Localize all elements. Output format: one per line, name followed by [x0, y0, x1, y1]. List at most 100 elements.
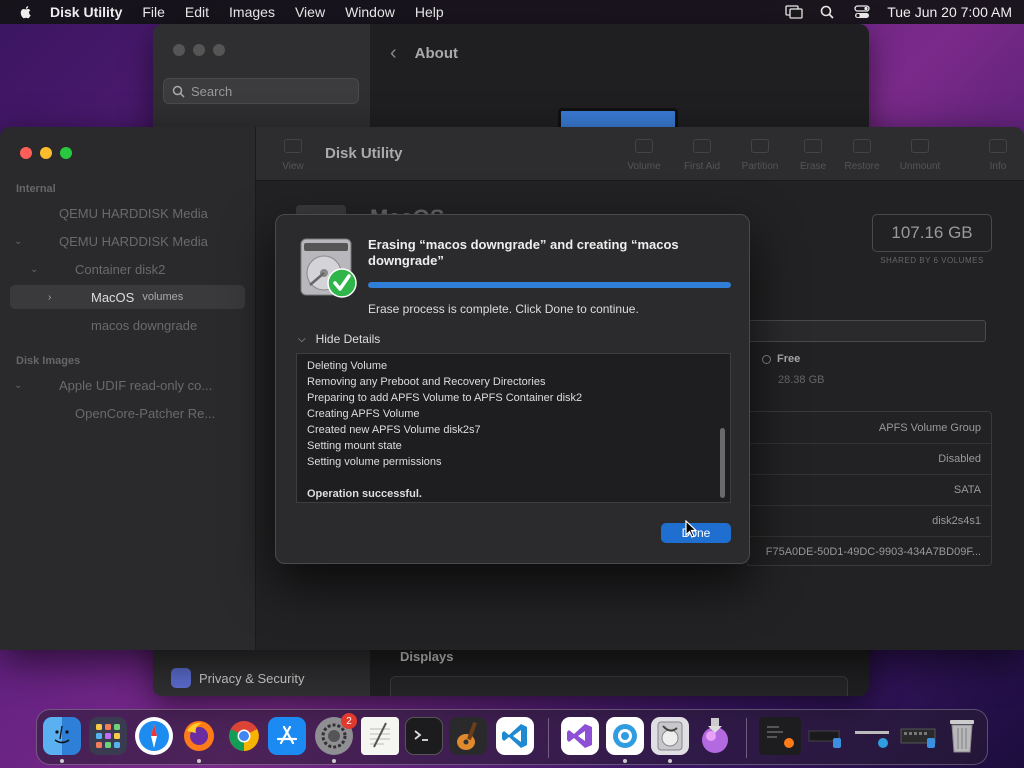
details-toggle-label: Hide Details	[315, 332, 381, 346]
vscode-icon[interactable]	[496, 717, 534, 755]
log-line: Setting volume permissions	[307, 456, 442, 468]
restore-button[interactable]: Restore	[835, 139, 889, 172]
eject-icon	[911, 139, 929, 153]
running-indicator	[623, 759, 627, 763]
spotlight-search-icon[interactable]	[819, 5, 837, 19]
zoom-window-button[interactable]	[60, 147, 72, 159]
log-scrollbar[interactable]	[719, 358, 727, 498]
textedit-icon[interactable]	[361, 717, 399, 755]
disk-utility-icon[interactable]	[651, 717, 689, 755]
app-store-icon[interactable]	[268, 717, 306, 755]
disclosure-icon[interactable]: ⌄	[14, 236, 22, 247]
first-aid-button[interactable]: First Aid	[675, 139, 729, 172]
minimized-window-icon[interactable]	[759, 717, 801, 755]
minimized-window-icon[interactable]	[805, 717, 847, 755]
hide-details-toggle[interactable]: ⌵ Hide Details	[298, 332, 380, 346]
back-chevron-icon[interactable]: ‹	[390, 42, 397, 65]
close-window-button[interactable]	[173, 44, 185, 56]
finder-icon[interactable]	[43, 717, 81, 755]
sidebar-item-label: MacOS	[91, 289, 135, 305]
restore-icon	[853, 139, 871, 153]
menu-edit[interactable]: Edit	[185, 4, 209, 20]
screen-mirroring-icon[interactable]	[785, 5, 803, 19]
disclosure-icon[interactable]: ›	[48, 292, 51, 303]
disclosure-icon[interactable]: ⌄	[14, 380, 22, 391]
menu-view[interactable]: View	[295, 4, 325, 20]
log-line: Operation successful.	[307, 488, 422, 500]
sidebar-item-privacy-security[interactable]: Privacy & Security	[171, 668, 304, 688]
menu-images[interactable]: Images	[229, 4, 275, 20]
notification-badge: 2	[341, 713, 357, 729]
trash-icon[interactable]	[943, 717, 981, 755]
visual-studio-icon[interactable]	[561, 717, 599, 755]
log-line: Setting mount state	[307, 440, 402, 452]
toolbar: View Disk Utility Volume First Aid Parti…	[256, 127, 1024, 181]
disclosure-icon[interactable]: ⌄	[30, 264, 38, 275]
info-icon	[989, 139, 1007, 153]
info-button[interactable]: Info	[971, 139, 1024, 172]
minimize-window-button[interactable]	[40, 147, 52, 159]
partition-button[interactable]: Partition	[733, 139, 787, 172]
view-button[interactable]: View	[266, 139, 320, 172]
eraser-icon	[804, 139, 822, 153]
dialog-title: Erasing “macos downgrade” and creating “…	[368, 237, 679, 268]
unmount-button[interactable]: Unmount	[893, 139, 947, 172]
installer-icon[interactable]	[696, 717, 734, 755]
erase-button[interactable]: Erase	[786, 139, 840, 172]
free-swatch	[762, 354, 771, 364]
settings-search-input[interactable]: Search	[163, 78, 359, 104]
opencore-icon[interactable]	[606, 717, 644, 755]
terminal-icon[interactable]	[405, 717, 443, 755]
divider	[747, 443, 991, 444]
sidebar-item-volume-selected[interactable]: › MacOS volumes	[10, 285, 245, 309]
status-message: Erase process is complete. Click Done to…	[368, 302, 639, 316]
sidebar-item-disk-image[interactable]: ⌄ Apple UDIF read-only co...	[0, 373, 256, 397]
displays-panel	[390, 676, 848, 696]
zoom-window-button[interactable]	[213, 44, 225, 56]
sidebar-item-volume[interactable]: macos downgrade	[0, 313, 256, 337]
minimized-window-icon[interactable]	[897, 717, 939, 755]
launchpad-icon[interactable]	[89, 717, 127, 755]
menu-clock[interactable]: Tue Jun 20 7:00 AM	[887, 4, 1012, 20]
log-line: Created new APFS Volume disk2s7	[307, 424, 481, 436]
progress-bar	[368, 282, 731, 288]
minimized-window-icon[interactable]	[851, 717, 893, 755]
divider	[747, 505, 991, 506]
volume-button[interactable]: Volume	[617, 139, 671, 172]
system-settings-icon[interactable]: 2	[315, 713, 357, 755]
info-value: APFS Volume Group	[878, 422, 981, 434]
garageband-icon[interactable]	[449, 717, 487, 755]
sidebar-item-label: QEMU HARDDISK Media	[59, 205, 208, 221]
erase-progress-dialog: Erasing “macos downgrade” and creating “…	[275, 214, 750, 564]
firefox-icon[interactable]	[180, 717, 218, 755]
safari-icon[interactable]	[135, 717, 173, 755]
apple-menu-icon[interactable]	[18, 4, 34, 20]
close-window-button[interactable]	[20, 147, 32, 159]
sidebar-item-label: Container disk2	[75, 261, 166, 277]
dock-separator	[548, 718, 549, 758]
capacity-box: 107.16 GB	[872, 214, 992, 252]
menu-file[interactable]: File	[142, 4, 165, 20]
sidebar-item-disk-image[interactable]: OpenCore-Patcher Re...	[0, 401, 256, 425]
usage-bar	[746, 320, 986, 342]
running-indicator	[332, 759, 336, 763]
control-center-icon[interactable]	[853, 5, 871, 19]
add-remove-icon	[635, 139, 653, 153]
dock-separator	[746, 718, 747, 758]
chrome-icon[interactable]	[225, 717, 263, 755]
menu-window[interactable]: Window	[345, 4, 395, 20]
sidebar-item-disk[interactable]: ⌄ QEMU HARDDISK Media	[0, 229, 256, 253]
sidebar-section-disk-images: Disk Images	[16, 355, 81, 367]
minimize-window-button[interactable]	[193, 44, 205, 56]
sidebar-item-disk[interactable]: QEMU HARDDISK Media	[0, 201, 256, 225]
log-output[interactable]: Deleting Volume Removing any Preboot and…	[296, 353, 731, 503]
menu-bar: Disk Utility File Edit Images View Windo…	[0, 0, 1024, 24]
sidebar-section-internal: Internal	[16, 183, 56, 195]
sidebar-item-label: QEMU HARDDISK Media	[59, 233, 208, 249]
menu-help[interactable]: Help	[415, 4, 444, 20]
running-indicator	[197, 759, 201, 763]
window-title: Disk Utility	[325, 145, 403, 162]
sidebar-item-container[interactable]: ⌄ Container disk2	[0, 257, 256, 281]
scrollbar-thumb[interactable]	[720, 428, 725, 498]
menu-app-name[interactable]: Disk Utility	[50, 4, 122, 20]
